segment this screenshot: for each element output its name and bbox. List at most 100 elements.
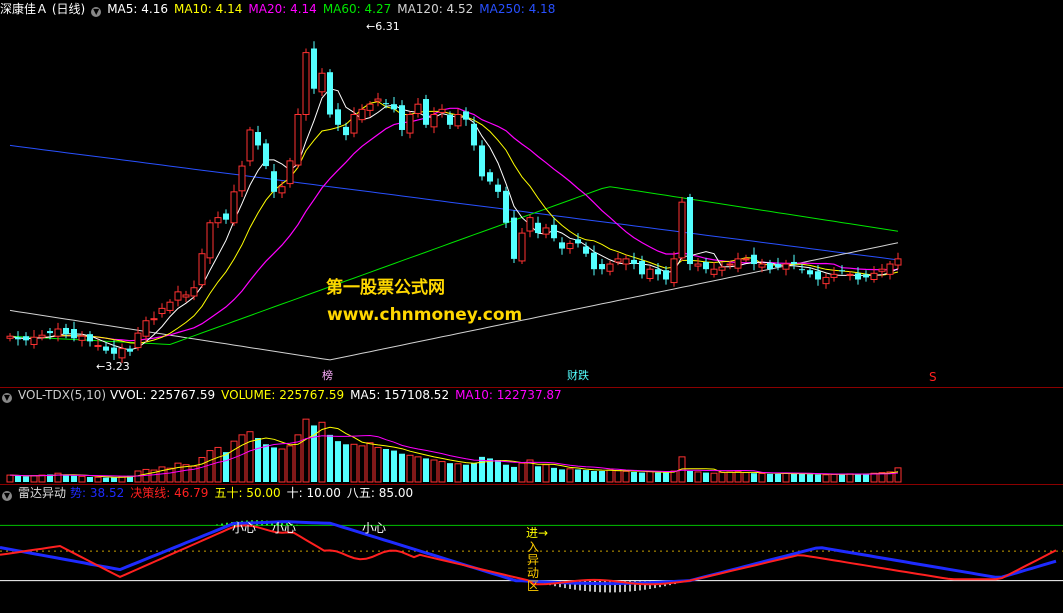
candle-down: [799, 269, 805, 271]
candle-down: [655, 269, 661, 275]
eighty-five-readout: 八五: 85.00: [346, 486, 414, 500]
ma5-readout: MA5: 4.16: [107, 2, 168, 16]
volume-bar-up: [846, 473, 854, 483]
candle-up: [734, 258, 742, 269]
radar-indicator-chart[interactable]: 小心 小心 小心 进→入异动区: [0, 502, 1063, 613]
candle-down: [575, 239, 581, 244]
volume-bar-down: [511, 466, 517, 482]
volume-bar-down: [663, 472, 669, 482]
volume-bar-down: [71, 475, 77, 482]
candle-up: [366, 103, 374, 111]
candle-up: [622, 258, 630, 265]
candle-up: [894, 258, 902, 266]
candle-down: [599, 264, 605, 270]
candle-down: [47, 331, 53, 334]
volume-bar-up: [30, 475, 38, 483]
volume-bar-down: [839, 474, 845, 482]
candle-up: [526, 217, 534, 232]
candle-up: [358, 108, 366, 121]
ten-readout: 十: 10.00: [286, 486, 341, 500]
candle-down: [703, 261, 709, 270]
candle-down: [399, 105, 405, 130]
candle-down: [839, 270, 845, 272]
volume-bar-down: [631, 471, 637, 482]
candle-down: [559, 242, 565, 249]
candle-up: [606, 263, 614, 272]
candle-up: [878, 268, 886, 272]
candle-up: [374, 98, 382, 102]
volume-bar-down: [495, 460, 501, 482]
candle-up: [430, 114, 438, 128]
candle-down: [71, 329, 77, 339]
candle-down: [511, 217, 517, 259]
volume-bar-up: [214, 446, 222, 483]
volume-bar-down: [263, 444, 269, 482]
volume-bar-up: [710, 472, 718, 483]
candle-up: [238, 165, 246, 192]
candle-down: [487, 172, 493, 182]
indicator-title[interactable]: 雷达异动: [18, 486, 66, 500]
candle-down: [751, 254, 757, 265]
candle-down: [815, 271, 821, 280]
entry-zone-label: 异: [527, 553, 539, 567]
volume-bar-up: [430, 459, 438, 483]
volume-bar-down: [791, 473, 797, 482]
candle-up: [206, 222, 214, 259]
price-chart[interactable]: ←6.31 ←3.23 榜 财跌 S: [0, 17, 1063, 387]
volume-bar-up: [94, 476, 102, 483]
volume-bar-up: [758, 473, 766, 483]
collapse-icon[interactable]: ▼: [91, 7, 102, 17]
volume-bar-down: [383, 449, 389, 482]
candle-up: [406, 114, 414, 134]
volume-bar-down: [655, 472, 661, 482]
volume-bar-down: [863, 473, 869, 482]
volume-bar-up: [246, 431, 254, 483]
candle-up: [302, 52, 310, 115]
candle-up: [646, 268, 654, 279]
candle-up: [166, 301, 174, 311]
indicator-pane-header: ▼ 雷达异动 势: 38.52 决策线: 46.79 五十: 50.00 十: 10.00…: [0, 485, 419, 502]
volume-title[interactable]: VOL-TDX(5,10): [18, 388, 106, 402]
event-marker: 财跌: [567, 368, 589, 382]
collapse-icon[interactable]: ▼: [2, 393, 12, 403]
candle-up: [142, 320, 150, 337]
ma10-readout: MA10: 4.14: [173, 2, 243, 16]
candle-down: [551, 224, 557, 239]
volume-bar-up: [606, 469, 614, 483]
ma120-readout: MA120: 4.52: [397, 2, 474, 16]
caution-label: 小心: [232, 521, 256, 535]
candle-up: [710, 268, 718, 275]
volume-bar-up: [734, 471, 742, 483]
candle-up: [822, 276, 830, 285]
volume-bar-down: [223, 452, 229, 482]
candle-down: [111, 347, 117, 354]
candle-up: [846, 273, 854, 276]
volume-bar-down: [583, 470, 589, 482]
volume-bar-down: [767, 473, 773, 482]
volume-bar-up: [238, 434, 246, 483]
candle-up: [830, 273, 838, 278]
candle-down: [687, 197, 693, 265]
volume-bar-up: [646, 471, 654, 483]
collapse-icon[interactable]: ▼: [2, 491, 12, 501]
candle-down: [335, 109, 341, 125]
candle-down: [391, 104, 397, 110]
volume-bar-down: [503, 464, 509, 482]
low-price-label: ←3.23: [96, 360, 130, 373]
volume-bar-up: [742, 472, 750, 483]
candle-up: [518, 232, 526, 262]
candle-down: [447, 114, 453, 125]
volume-bar-up: [206, 450, 214, 483]
caution-label: 小心: [362, 521, 386, 535]
candle-down: [343, 126, 349, 136]
main-pane-header: 深康佳Ａ (日线) ▼ MA5: 4.16 MA10: 4.14 MA20: 4.14 M…: [0, 1, 561, 18]
volume-ma10-readout: MA10: 122737.87: [455, 388, 562, 402]
candle-down: [127, 348, 133, 352]
decision-line-readout: 决策线: 46.79: [130, 486, 209, 500]
volume-chart[interactable]: [0, 404, 1063, 484]
candle-down: [767, 263, 773, 270]
candle-up: [286, 160, 294, 185]
candle-down: [591, 252, 597, 270]
volume-bar-up: [782, 472, 790, 483]
stock-title[interactable]: 深康佳Ａ (日线): [0, 2, 85, 16]
